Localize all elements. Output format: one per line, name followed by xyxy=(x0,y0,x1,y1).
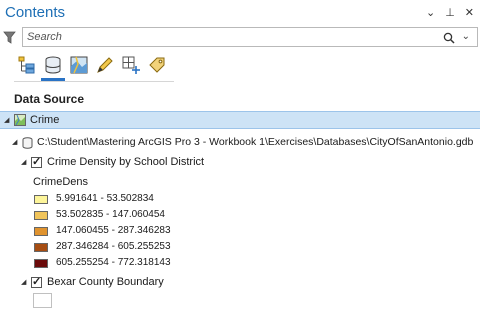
selection-map-icon xyxy=(70,56,88,74)
snapping-grid-icon xyxy=(122,56,140,74)
section-heading: Data Source xyxy=(14,92,85,106)
contents-toolbar xyxy=(14,52,170,81)
collapse-triangle-icon[interactable]: ◢ xyxy=(4,116,9,124)
label-tag-icon xyxy=(149,57,165,73)
pencil-icon xyxy=(97,57,113,73)
toolbar-divider xyxy=(14,81,174,82)
layer-name: Crime Density by School District xyxy=(47,156,205,168)
list-by-data-source-button[interactable] xyxy=(40,52,66,81)
drawing-order-icon xyxy=(18,56,35,74)
list-by-drawing-order-button[interactable] xyxy=(14,52,40,78)
close-icon[interactable]: ✕ xyxy=(465,6,474,19)
legend-swatch[interactable] xyxy=(34,211,48,220)
pane-options-chevron-icon[interactable]: ⌄ xyxy=(426,6,435,19)
geodatabase-icon xyxy=(22,137,33,152)
search-box: ⌄ xyxy=(22,27,478,47)
pane-controls: ⌄ ⊥ ✕ xyxy=(426,6,474,19)
layer-visibility-checkbox[interactable] xyxy=(31,275,42,288)
filter-icon[interactable] xyxy=(3,31,16,49)
data-source-row[interactable]: ◢ C:\Student\Mastering ArcGIS Pro 3 - Wo… xyxy=(0,134,480,152)
legend-class-label: 53.502835 - 147.060454 xyxy=(56,209,165,220)
collapse-triangle-icon[interactable]: ◢ xyxy=(12,138,17,146)
collapse-triangle-icon[interactable]: ◢ xyxy=(21,278,26,286)
auto-hide-pin-icon[interactable]: ⊥ xyxy=(445,6,455,19)
layer-visibility-checkbox[interactable] xyxy=(31,155,42,168)
list-by-snapping-button[interactable] xyxy=(118,52,144,78)
legend-swatch[interactable] xyxy=(34,259,48,268)
database-icon xyxy=(45,56,61,74)
legend-swatch[interactable] xyxy=(34,227,48,236)
search-input[interactable] xyxy=(27,30,427,44)
search-options-chevron-icon[interactable]: ⌄ xyxy=(462,31,470,42)
legend-class-label: 287.346284 - 605.255253 xyxy=(56,241,171,252)
legend-class-label: 5.991641 - 53.502834 xyxy=(56,193,154,204)
collapse-triangle-icon[interactable]: ◢ xyxy=(21,158,26,166)
pane-title-bar: Contents ⌄ ⊥ ✕ xyxy=(0,0,480,26)
layer-row-crime-density[interactable]: ◢ Crime Density by School District xyxy=(0,154,480,172)
pane-title: Contents xyxy=(5,4,66,21)
search-icon[interactable] xyxy=(443,31,455,49)
legend-swatch[interactable] xyxy=(34,243,48,252)
map-icon xyxy=(14,114,26,129)
layer-row-bexar-county[interactable]: ◢ Bexar County Boundary xyxy=(0,274,480,292)
legend-swatch[interactable] xyxy=(34,195,48,204)
map-row[interactable]: ◢ Crime xyxy=(0,111,480,129)
database-path: C:\Student\Mastering ArcGIS Pro 3 - Work… xyxy=(37,136,474,148)
legend-class-label: 147.060455 - 287.346283 xyxy=(56,225,171,236)
list-by-labeling-button[interactable] xyxy=(144,52,170,78)
map-name: Crime xyxy=(30,114,60,126)
boundary-symbol-swatch[interactable] xyxy=(33,293,52,308)
legend-class-label: 605.255254 - 772.318143 xyxy=(56,257,171,268)
list-by-selection-button[interactable] xyxy=(66,52,92,78)
layer-name: Bexar County Boundary xyxy=(47,276,164,288)
legend-field-name: CrimeDens xyxy=(33,176,89,188)
list-by-editing-button[interactable] xyxy=(92,52,118,78)
